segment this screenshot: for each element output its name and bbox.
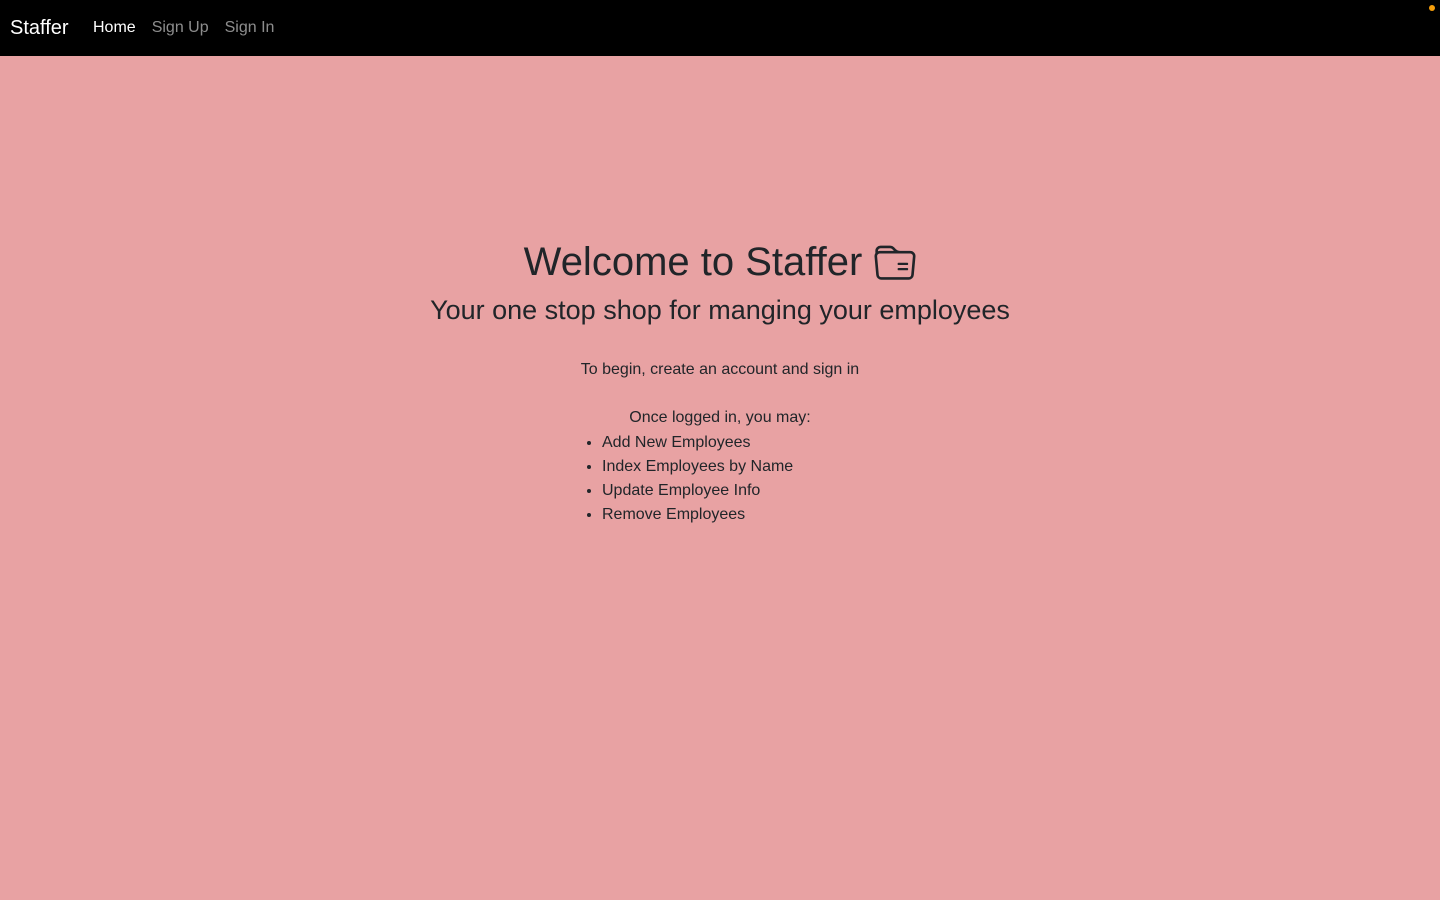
list-item: Remove Employees	[602, 503, 793, 527]
nav-link-sign-up[interactable]: Sign Up	[152, 17, 209, 39]
features-list: Add New Employees Index Employees by Nam…	[578, 431, 793, 527]
features-label: Once logged in, you may:	[629, 409, 811, 426]
nav-links: Home Sign Up Sign In	[93, 17, 290, 39]
list-item: Index Employees by Name	[602, 455, 793, 479]
status-dot-indicator	[1429, 5, 1435, 11]
hero-subtitle: Your one stop shop for manging your empl…	[430, 295, 1010, 325]
list-item: Add New Employees	[602, 431, 793, 455]
top-navbar: Staffer Home Sign Up Sign In	[0, 0, 1440, 56]
folder-icon	[874, 245, 916, 280]
nav-link-sign-in[interactable]: Sign In	[225, 17, 275, 39]
brand-link[interactable]: Staffer	[10, 15, 69, 41]
hero-section: Welcome to Staffer Your one stop shop fo…	[0, 238, 1440, 326]
hero-title: Welcome to Staffer	[524, 238, 917, 286]
intro-text: To begin, create an account and sign in	[580, 361, 860, 378]
nav-link-home[interactable]: Home	[93, 17, 136, 39]
hero-title-text: Welcome to Staffer	[523, 240, 863, 284]
list-item: Update Employee Info	[602, 479, 793, 503]
